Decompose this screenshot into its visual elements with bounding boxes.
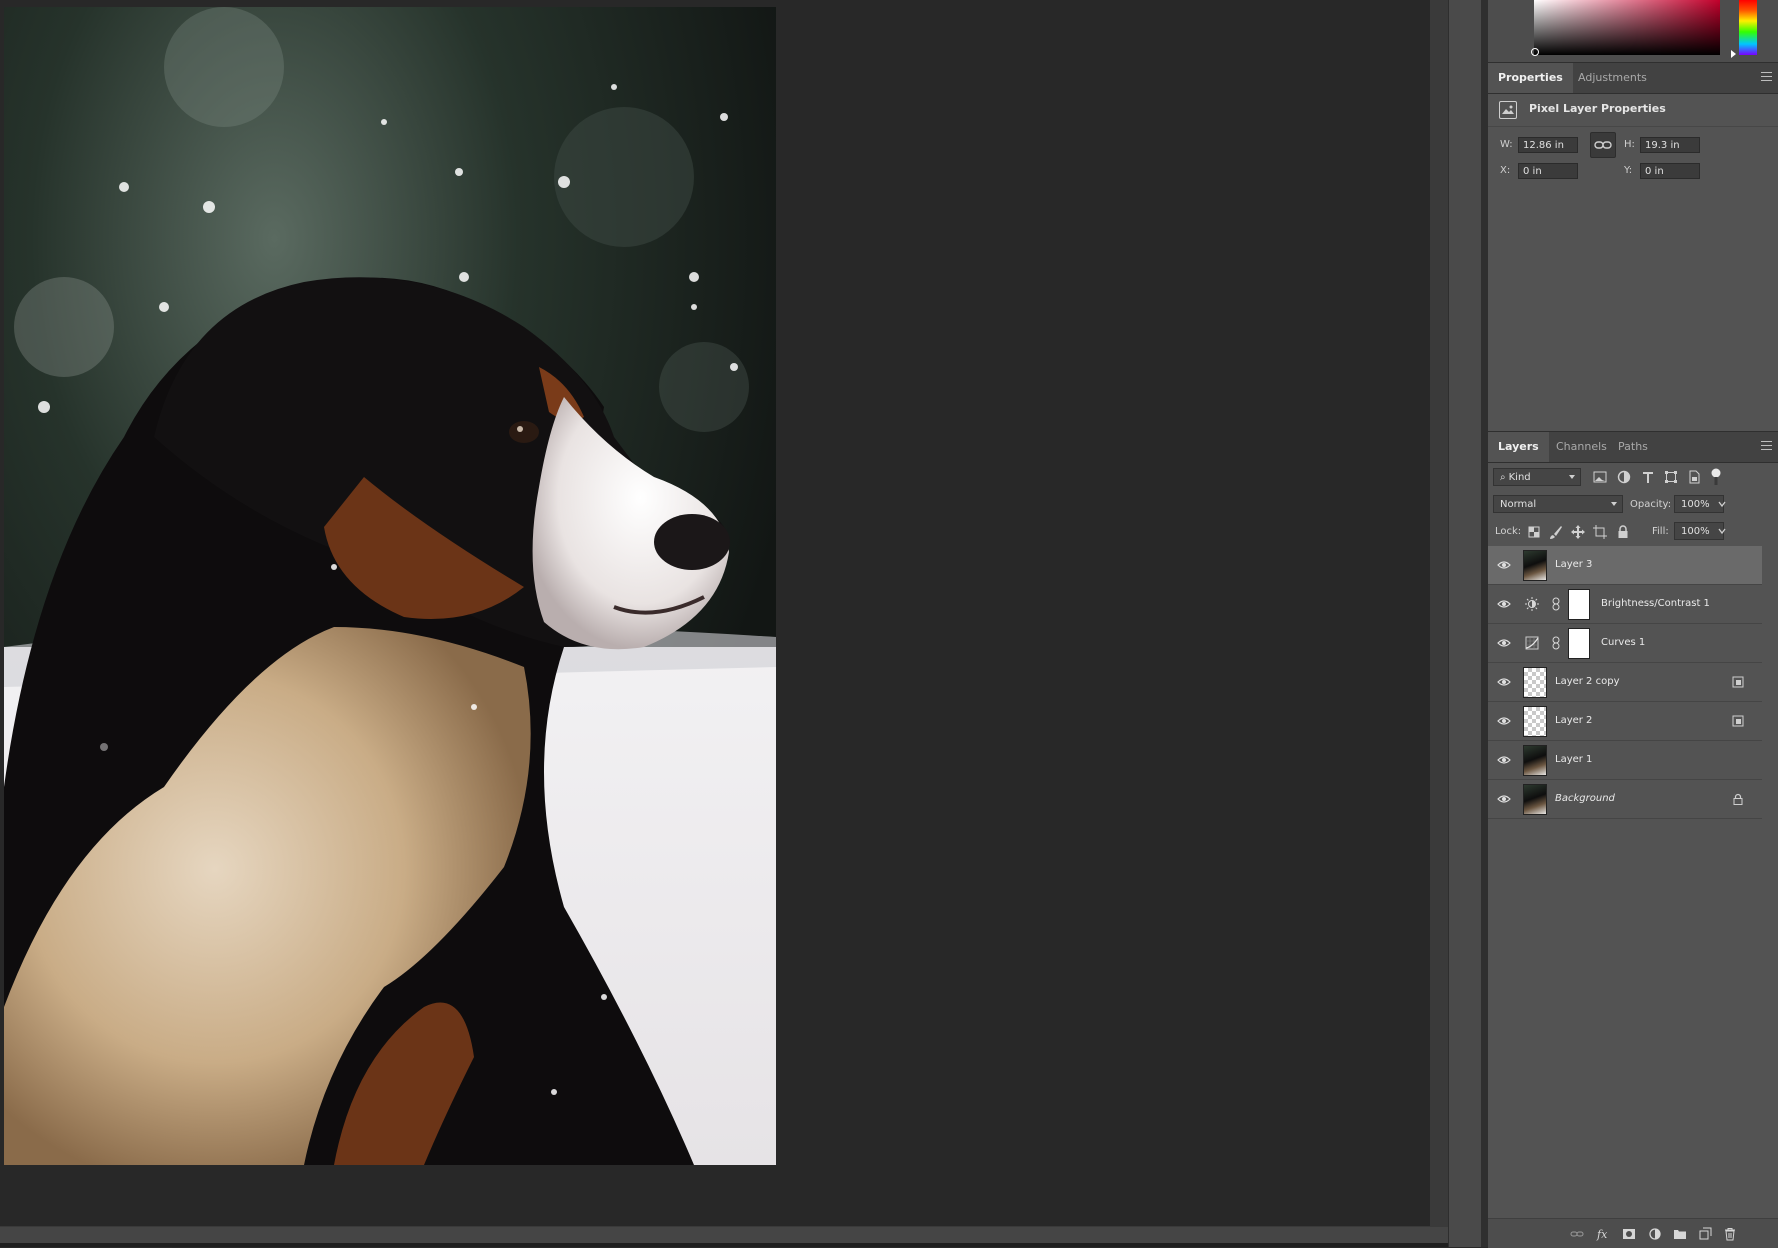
visibility-eye-icon[interactable] xyxy=(1497,598,1511,610)
tab-adjustments[interactable]: Adjustments xyxy=(1568,63,1657,93)
layer-name: Layer 3 xyxy=(1555,559,1593,570)
tab-layers[interactable]: Layers xyxy=(1488,432,1549,462)
link-layers-icon[interactable] xyxy=(1570,1227,1584,1241)
smart-object-icon xyxy=(1732,676,1744,688)
layer-filter-kind[interactable]: ⌕ Kind xyxy=(1493,468,1581,486)
fill-label: Fill: xyxy=(1652,526,1669,537)
link-dimensions-icon[interactable] xyxy=(1590,132,1616,158)
lock-brush-icon[interactable] xyxy=(1548,524,1564,540)
hue-slider[interactable] xyxy=(1739,0,1757,55)
layer-name: Background xyxy=(1555,793,1615,804)
right-panel: Properties Adjustments Pixel Layer Prope… xyxy=(1488,0,1778,1248)
new-group-folder-icon[interactable] xyxy=(1673,1227,1687,1241)
delete-layer-trash-icon[interactable] xyxy=(1723,1227,1737,1241)
lock-icon[interactable] xyxy=(1732,793,1744,805)
layer-thumbnail xyxy=(1523,784,1547,815)
visibility-eye-icon[interactable] xyxy=(1497,715,1511,727)
mask-link-icon[interactable] xyxy=(1552,597,1560,611)
mask-link-icon[interactable] xyxy=(1552,636,1560,650)
fill-dropdown-icon[interactable] xyxy=(1715,524,1729,538)
layer-row-brightness-contrast-1[interactable]: Brightness/Contrast 1 xyxy=(1488,585,1762,624)
layer-mask-thumbnail[interactable] xyxy=(1568,589,1590,620)
document-image[interactable] xyxy=(4,7,776,1165)
layer-thumbnail xyxy=(1523,550,1547,581)
filter-type-icon[interactable] xyxy=(1640,469,1656,485)
layer-row-background[interactable]: Background xyxy=(1488,780,1762,819)
layer-thumbnail xyxy=(1523,745,1547,776)
add-mask-icon[interactable] xyxy=(1622,1227,1636,1241)
x-label: X: xyxy=(1500,165,1511,176)
blend-mode-select[interactable]: Normal xyxy=(1493,495,1623,513)
layers-footer: fx xyxy=(1488,1218,1778,1248)
pixel-layer-icon xyxy=(1499,101,1517,119)
width-field[interactable]: 12.86 in xyxy=(1518,137,1578,153)
layer-thumbnail xyxy=(1523,706,1547,737)
horizontal-scrollbar[interactable] xyxy=(0,1226,1448,1248)
layer-name: Brightness/Contrast 1 xyxy=(1601,598,1710,609)
dog-photo xyxy=(4,7,776,1165)
layers-panel-menu-icon[interactable] xyxy=(1761,441,1772,452)
filter-toggle-icon[interactable] xyxy=(1710,467,1726,485)
new-adjustment-layer-icon[interactable] xyxy=(1648,1227,1662,1241)
smart-object-icon xyxy=(1732,715,1744,727)
opacity-label: Opacity: xyxy=(1630,499,1672,510)
color-picker-marker[interactable] xyxy=(1531,48,1539,56)
filter-shape-icon[interactable] xyxy=(1663,469,1679,485)
visibility-eye-icon[interactable] xyxy=(1497,637,1511,649)
svg-text:fx: fx xyxy=(1596,1228,1608,1241)
vertical-scrollbar[interactable] xyxy=(1430,0,1448,1226)
visibility-eye-icon[interactable] xyxy=(1497,793,1511,805)
y-label: Y: xyxy=(1624,165,1633,176)
layer-row-curves-1[interactable]: Curves 1 xyxy=(1488,624,1762,663)
properties-tabbar: Properties Adjustments xyxy=(1488,62,1778,94)
properties-panel-menu-icon[interactable] xyxy=(1761,72,1772,83)
layer-mask-thumbnail[interactable] xyxy=(1568,628,1590,659)
lock-label: Lock: xyxy=(1495,526,1522,537)
visibility-eye-icon[interactable] xyxy=(1497,676,1511,688)
position-row: X: 0 in Y: 0 in xyxy=(1488,163,1778,181)
hue-slider-marker[interactable] xyxy=(1731,50,1736,58)
tab-paths[interactable]: Paths xyxy=(1608,432,1658,462)
new-layer-icon[interactable] xyxy=(1698,1227,1712,1241)
tab-channels[interactable]: Channels xyxy=(1546,432,1617,462)
canvas-area[interactable] xyxy=(0,0,1430,1226)
layer-name: Layer 2 copy xyxy=(1555,676,1620,687)
search-icon: ⌕ xyxy=(1500,472,1506,483)
layer-row-layer-2[interactable]: Layer 2 xyxy=(1488,702,1762,741)
filter-smart-object-icon[interactable] xyxy=(1686,469,1702,485)
layer-name: Layer 1 xyxy=(1555,754,1593,765)
width-label: W: xyxy=(1500,139,1513,150)
lock-artboard-icon[interactable] xyxy=(1592,524,1608,540)
properties-header: Pixel Layer Properties xyxy=(1488,94,1778,127)
layer-row-layer-2-copy[interactable]: Layer 2 copy xyxy=(1488,663,1762,702)
y-field[interactable]: 0 in xyxy=(1640,163,1700,179)
filter-pixel-icon[interactable] xyxy=(1592,469,1608,485)
height-label: H: xyxy=(1624,139,1635,150)
height-field[interactable]: 19.3 in xyxy=(1640,137,1700,153)
brightness-contrast-icon xyxy=(1525,597,1539,611)
lock-transparent-icon[interactable] xyxy=(1526,524,1542,540)
layers-list: Layer 3 Brightness/Contrast 1 Curves 1 L… xyxy=(1488,546,1762,819)
layer-name: Layer 2 xyxy=(1555,715,1593,726)
layer-name: Curves 1 xyxy=(1601,637,1646,648)
layer-style-fx-icon[interactable]: fx xyxy=(1596,1227,1610,1241)
filter-adjustment-icon[interactable] xyxy=(1616,469,1632,485)
width-height-row: W: 12.86 in H: 19.3 in xyxy=(1488,137,1778,155)
curves-icon xyxy=(1525,636,1539,650)
layer-thumbnail xyxy=(1523,667,1547,698)
visibility-eye-icon[interactable] xyxy=(1497,559,1511,571)
color-saturation-field[interactable] xyxy=(1531,0,1720,56)
layer-row-layer-1[interactable]: Layer 1 xyxy=(1488,741,1762,780)
layers-tabbar: Layers Channels Paths xyxy=(1488,431,1778,463)
layer-row-layer-3[interactable]: Layer 3 xyxy=(1488,546,1762,585)
opacity-dropdown-icon[interactable] xyxy=(1715,497,1729,511)
panel-divider[interactable] xyxy=(1481,0,1488,1247)
lock-all-icon[interactable] xyxy=(1615,524,1631,540)
visibility-eye-icon[interactable] xyxy=(1497,754,1511,766)
tab-properties[interactable]: Properties xyxy=(1488,63,1573,93)
properties-title: Pixel Layer Properties xyxy=(1529,102,1666,115)
color-panel xyxy=(1488,0,1778,62)
lock-move-icon[interactable] xyxy=(1570,524,1586,540)
x-field[interactable]: 0 in xyxy=(1518,163,1578,179)
